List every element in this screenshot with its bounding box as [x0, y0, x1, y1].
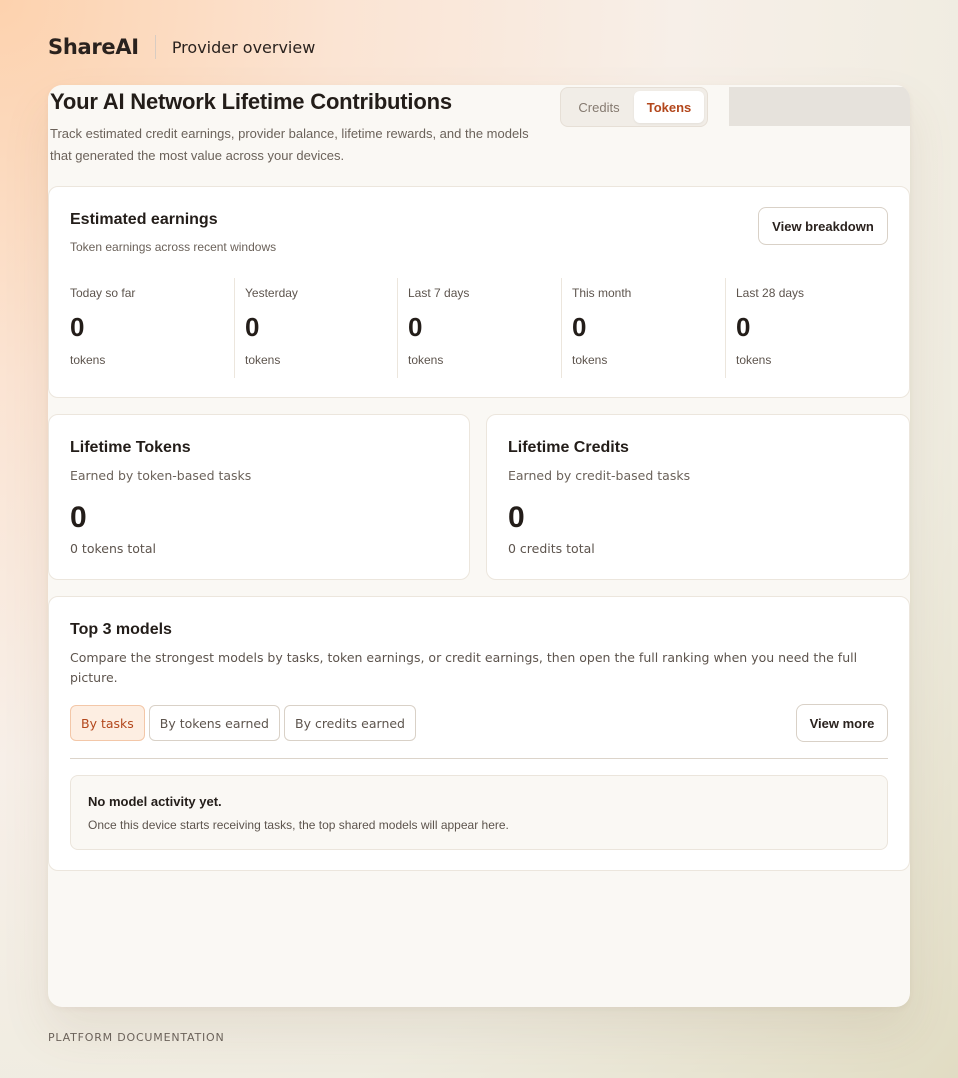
stat-unit: tokens [736, 353, 772, 367]
lifetime-credits-subtitle: Earned by credit-based tasks [508, 468, 691, 483]
models-divider [70, 758, 888, 759]
page-title: Your AI Network Lifetime Contributions [50, 89, 452, 114]
model-filter-group: By tasks By tokens earned By credits ear… [70, 705, 416, 741]
overview-panel: Your AI Network Lifetime Contributions T… [48, 85, 910, 1007]
stat-yesterday: Yesterday 0 tokens [234, 278, 397, 378]
stat-label: Today so far [70, 286, 136, 300]
stat-unit: tokens [245, 353, 281, 367]
estimated-earnings-card: Estimated earnings Token earnings across… [48, 186, 910, 398]
top-models-title: Top 3 models [70, 621, 172, 638]
stat-value: 0 [408, 312, 423, 342]
stat-label: Yesterday [245, 286, 298, 300]
stat-value: 0 [245, 312, 260, 342]
lifetime-tokens-subtitle: Earned by token-based tasks [70, 468, 252, 483]
empty-state-title: No model activity yet. [88, 794, 222, 809]
top-models-description: Compare the strongest models by tasks, t… [70, 650, 858, 685]
lifetime-tokens-note: 0 tokens total [70, 541, 156, 556]
page-description: Track estimated credit earnings, provide… [50, 126, 529, 163]
stat-last-28-days: Last 28 days 0 tokens [725, 278, 888, 378]
filter-by-tokens-earned[interactable]: By tokens earned [148, 705, 280, 741]
lifetime-credits-title: Lifetime Credits [508, 439, 629, 456]
lifetime-tokens-card: Lifetime Tokens Earned by token-based ta… [48, 414, 470, 580]
earnings-title: Estimated earnings [70, 211, 218, 228]
top-models-card: Top 3 models Compare the strongest model… [48, 596, 910, 871]
stat-unit: tokens [408, 353, 444, 367]
toggle-tokens[interactable]: Tokens [634, 91, 704, 123]
stat-today: Today so far 0 tokens [70, 278, 234, 378]
header-placeholder-block [729, 87, 910, 126]
platform-documentation-link[interactable]: PLATFORM DOCUMENTATION [48, 1031, 225, 1044]
currency-toggle: Credits Tokens [560, 87, 708, 127]
filter-by-tasks[interactable]: By tasks [70, 705, 145, 741]
view-more-button[interactable]: View more [796, 704, 888, 742]
toggle-credits[interactable]: Credits [564, 91, 634, 123]
earnings-subtitle: Token earnings across recent windows [70, 240, 277, 254]
stat-unit: tokens [572, 353, 608, 367]
stat-label: This month [572, 286, 632, 300]
empty-state: No model activity yet. Once this device … [70, 775, 888, 850]
header-divider [154, 35, 156, 59]
lifetime-credits-value: 0 [508, 501, 525, 534]
page-label: Provider overview [171, 37, 316, 57]
view-breakdown-button[interactable]: View breakdown [758, 207, 888, 245]
lifetime-tokens-value: 0 [70, 501, 87, 534]
stat-label: Last 7 days [408, 286, 470, 300]
stat-label: Last 28 days [736, 286, 805, 300]
panel-header: Your AI Network Lifetime Contributions T… [48, 85, 910, 186]
top-bar: ShareAI Provider overview [48, 32, 315, 62]
lifetime-credits-note: 0 credits total [508, 541, 595, 556]
lifetime-credits-card: Lifetime Credits Earned by credit-based … [486, 414, 910, 580]
stat-value: 0 [70, 312, 85, 342]
stat-last-7-days: Last 7 days 0 tokens [397, 278, 561, 378]
stat-value: 0 [572, 312, 587, 342]
stat-value: 0 [736, 312, 751, 342]
lifetime-tokens-title: Lifetime Tokens [70, 439, 191, 456]
earnings-stats: Today so far 0 tokens Yesterday 0 tokens… [70, 278, 888, 378]
filter-by-credits-earned[interactable]: By credits earned [284, 705, 416, 741]
stat-unit: tokens [70, 353, 106, 367]
brand-logo[interactable]: ShareAI [48, 35, 139, 59]
stat-this-month: This month 0 tokens [561, 278, 725, 378]
empty-state-text: Once this device starts receiving tasks,… [88, 818, 509, 832]
